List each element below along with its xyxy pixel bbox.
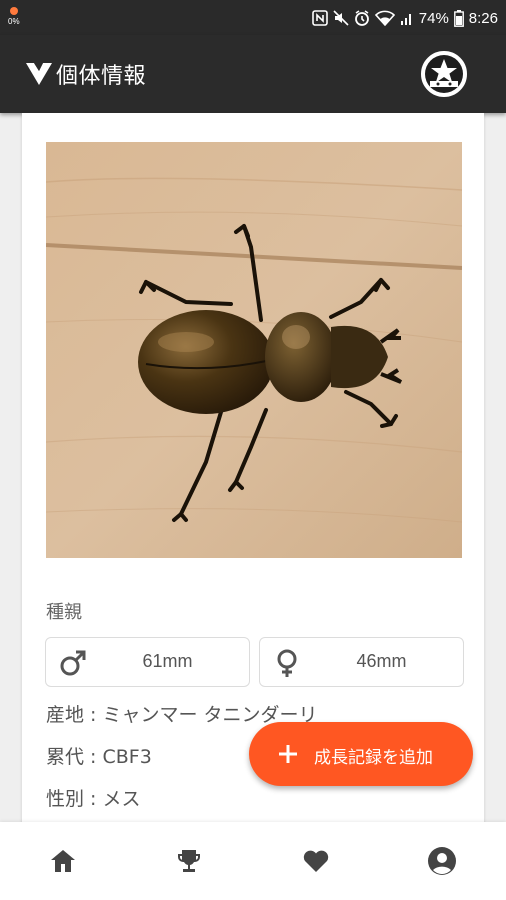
parents-label: 種親 [46, 602, 82, 623]
sex-line: 性別 : メス [46, 784, 141, 811]
separator: : [84, 746, 103, 768]
add-growth-record-button[interactable]: 成長記録を追加 [249, 722, 473, 786]
stag-beetle-photo [46, 142, 462, 558]
generation-value: CBF3 [102, 746, 152, 768]
svg-text:0%: 0% [8, 17, 20, 26]
alarm-icon [354, 10, 370, 26]
app-logo-icon[interactable] [25, 62, 53, 86]
mute-icon [333, 10, 349, 26]
origin-label: 産地 [46, 704, 85, 726]
male-size-value: 61mm [142, 651, 193, 671]
female-size-value: 46mm [356, 651, 407, 671]
home-icon [51, 850, 75, 872]
nav-home[interactable] [46, 844, 80, 878]
app-notification-icon: 0% [7, 5, 21, 27]
heart-icon [303, 850, 329, 872]
sex-label: 性別 [46, 788, 85, 810]
signal-icon [400, 10, 414, 26]
male-parent-size: 61mm [45, 637, 250, 687]
clock: 8:26 [468, 9, 498, 27]
page-title: 個体情報 [56, 64, 147, 89]
nav-favorites[interactable] [299, 844, 333, 878]
profile-badge-icon[interactable] [421, 51, 467, 97]
female-parent-size: 46mm [259, 637, 464, 687]
bottom-navigation [0, 822, 506, 900]
account-icon [428, 847, 456, 875]
nav-account[interactable] [425, 844, 459, 878]
battery-percent: 74% [418, 9, 449, 27]
separator: : [84, 704, 103, 726]
generation-label: 累代 [46, 746, 85, 768]
status-bar: 0% 74% 8:26 [0, 0, 506, 35]
trophy-icon [178, 850, 200, 872]
sex-value: メス [102, 788, 141, 810]
nfc-icon [311, 10, 328, 26]
separator: : [84, 788, 103, 810]
add-growth-record-label: 成長記録を追加 [314, 748, 433, 768]
status-icons: 74% 8:26 [311, 6, 498, 30]
app-bar: 個体情報 [0, 35, 506, 113]
nav-trophy[interactable] [172, 844, 206, 878]
plus-icon [277, 743, 299, 765]
generation-line: 累代 : CBF3 [46, 742, 152, 769]
battery-icon [453, 9, 464, 27]
wifi-icon [374, 10, 395, 26]
